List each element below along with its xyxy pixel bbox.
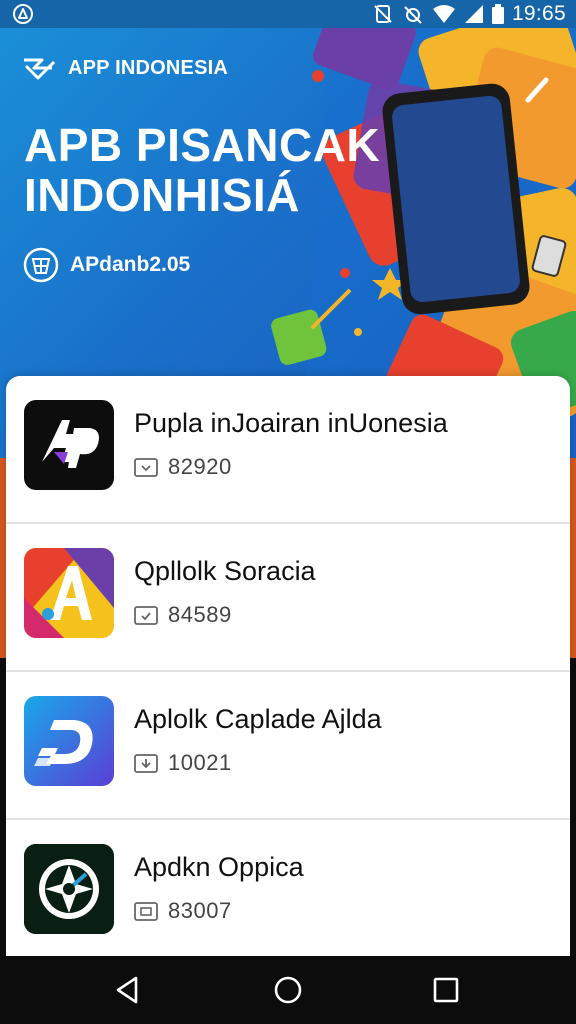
list-item[interactable]: Apdkn Oppica 83007 xyxy=(6,820,570,956)
download-count: 84589 xyxy=(168,602,232,627)
download-count: 82920 xyxy=(168,454,232,479)
side-decor-right xyxy=(570,458,576,658)
badge-icon xyxy=(23,247,59,283)
app-meta: 82920 xyxy=(134,454,232,480)
list-item[interactable]: Qpllolk Soracia 84589 xyxy=(6,524,570,672)
brand-label: APP INDONESIA xyxy=(68,56,229,79)
ap-logo-icon xyxy=(24,400,114,490)
app-meta: 84589 xyxy=(134,602,232,628)
list-item[interactable]: Pupla inJoairan inUonesia 82920 xyxy=(6,376,570,524)
download-icon xyxy=(134,606,158,625)
recents-icon[interactable] xyxy=(428,972,464,1008)
app-meta: 83007 xyxy=(134,898,232,924)
app-name: Qpllolk Soracia xyxy=(134,556,316,586)
hero-title: APB PISANCAK INDONHISIÁ xyxy=(24,120,384,220)
download-icon xyxy=(134,902,158,921)
d-swoosh-icon xyxy=(24,696,114,786)
battery-icon xyxy=(491,4,504,24)
brand-logo-icon xyxy=(24,58,56,80)
signal-icon xyxy=(464,5,483,23)
status-bar: 19:65 xyxy=(0,0,576,28)
wifi-icon xyxy=(432,5,455,23)
download-count: 83007 xyxy=(168,898,232,923)
list-item[interactable]: Aplolk Caplade Ajlda 10021 xyxy=(6,672,570,820)
hero-title-line2: INDONHISIÁ xyxy=(24,169,300,221)
app-list: Pupla inJoairan inUonesia 82920 Qpllolk … xyxy=(6,376,570,956)
aperture-icon xyxy=(24,844,114,934)
download-icon xyxy=(134,754,158,773)
home-icon[interactable] xyxy=(270,972,306,1008)
app-name: Aplolk Caplade Ajlda xyxy=(134,704,382,734)
app-name: Pupla inJoairan inUonesia xyxy=(134,408,448,438)
back-icon[interactable] xyxy=(110,972,146,1008)
hero-subtitle-text: APdanb2.05 xyxy=(70,253,191,276)
silent-icon xyxy=(374,5,392,23)
download-icon xyxy=(134,458,158,477)
hero-title-line1: APB PISANCAK xyxy=(24,119,381,171)
app-name: Apdkn Oppica xyxy=(134,852,304,882)
app-meta: 10021 xyxy=(134,750,232,776)
navigation-bar xyxy=(0,956,576,1024)
download-count: 10021 xyxy=(168,750,232,775)
alarm-icon xyxy=(404,6,422,24)
hero-subtitle: APdanb2.05 xyxy=(22,246,190,284)
app-notification-icon xyxy=(13,4,33,24)
a-letter-icon xyxy=(24,548,114,638)
clock: 19:65 xyxy=(511,2,566,25)
brand-header: APP INDONESIA xyxy=(22,54,228,82)
